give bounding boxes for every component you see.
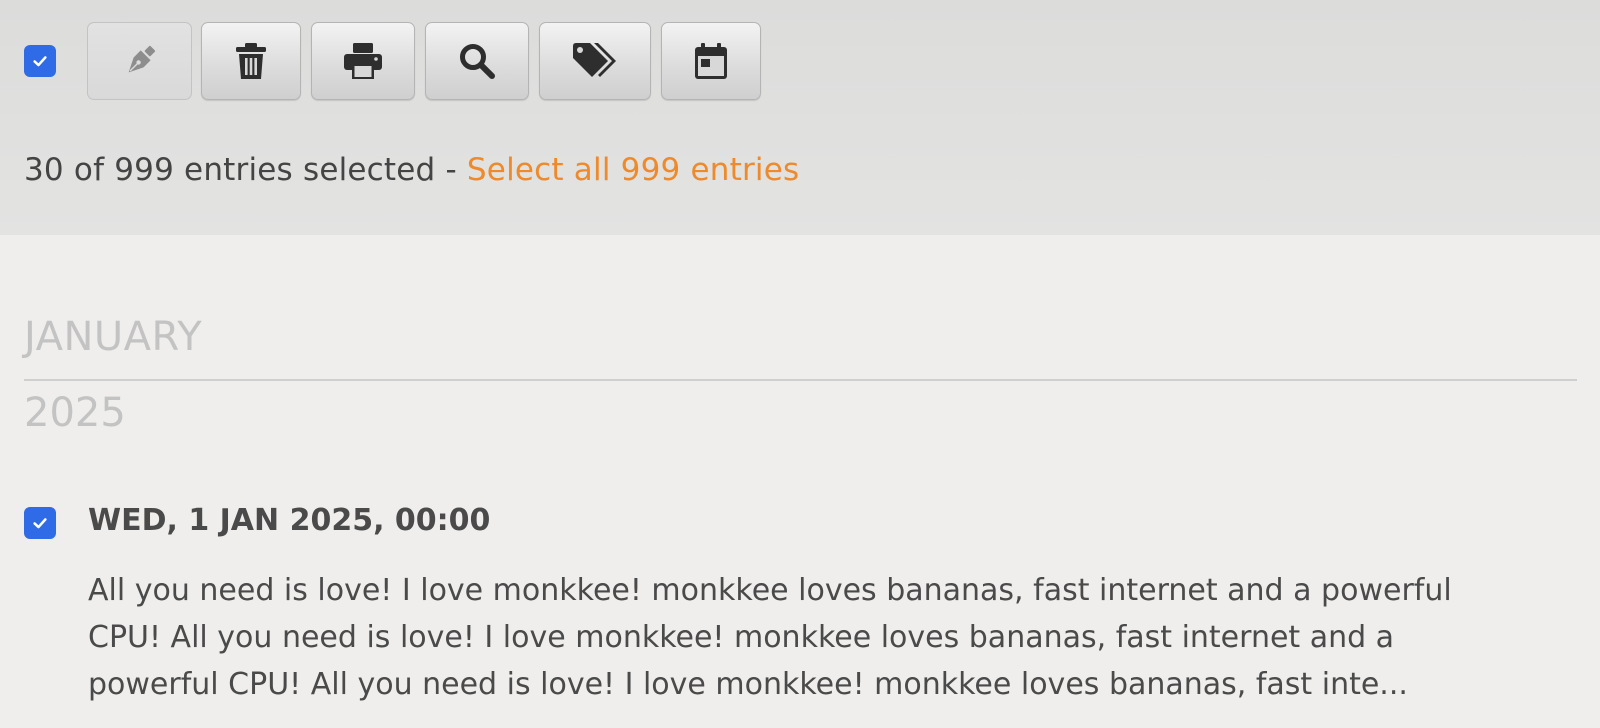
select-all-link[interactable]: Select all 999 entries	[467, 152, 799, 188]
entry-date[interactable]: WED, 1 JAN 2025, 00:00	[88, 503, 490, 538]
check-icon	[33, 56, 47, 67]
calendar-button[interactable]	[661, 22, 761, 100]
year-heading: 2025	[24, 390, 126, 436]
entry-checkbox[interactable]	[24, 507, 56, 539]
tags-icon	[573, 43, 616, 77]
entry-preview-text[interactable]: All you need is love! I love monkkee! mo…	[88, 567, 1508, 708]
toolbar-area: 30 of 999 entries selected - Select all …	[0, 0, 1600, 235]
search-button[interactable]	[425, 22, 529, 100]
print-button[interactable]	[311, 22, 415, 100]
search-icon	[460, 44, 495, 79]
edit-button[interactable]	[87, 22, 192, 100]
pen-icon	[128, 45, 155, 73]
select-all-checkbox[interactable]	[24, 45, 56, 77]
trash-icon	[236, 43, 266, 79]
selection-summary: 30 of 999 entries selected - Select all …	[24, 152, 799, 188]
selection-count-text: 30 of 999 entries selected -	[24, 152, 467, 188]
delete-button[interactable]	[201, 22, 301, 100]
print-icon	[344, 43, 382, 79]
month-heading: JANUARY	[24, 314, 203, 360]
month-divider	[24, 379, 1577, 381]
calendar-icon	[695, 43, 727, 79]
check-icon	[33, 518, 47, 529]
tags-button[interactable]	[539, 22, 651, 100]
